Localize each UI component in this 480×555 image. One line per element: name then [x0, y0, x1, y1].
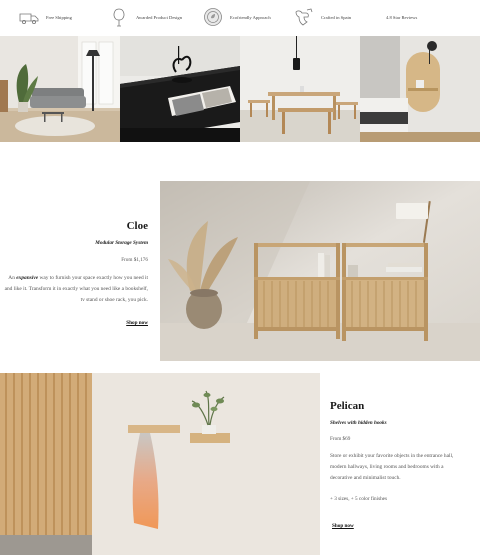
feature-strip: Free Shipping Awarded Product Design Eco… [0, 0, 480, 36]
pelican-product-photo [0, 373, 320, 555]
product-title: Cloe [126, 220, 148, 232]
feature-label: 4.8 Star Reviews [386, 14, 418, 20]
feature-label: Free Shipping [46, 14, 72, 20]
feature-design: Awarded Product Design [108, 6, 182, 28]
feature-label: Ecofriendly Approach [230, 14, 271, 20]
van-icon [19, 13, 39, 24]
feature-free-shipping: Free Shipping [18, 6, 72, 28]
dining-room-photo [240, 36, 360, 142]
shop-now-link[interactable]: Shop now [332, 523, 354, 529]
tree-icon [113, 8, 125, 27]
feature-crafted: Crafted in Spain [293, 6, 351, 28]
product-price: From $1,176 [121, 257, 148, 263]
product-title: Pelican [330, 400, 365, 412]
feature-eco: Ecofriendly Approach [202, 6, 271, 28]
desk-photo [120, 36, 240, 142]
living-room-photo [0, 36, 120, 142]
shop-now-link[interactable]: Shop now [126, 320, 148, 326]
feature-label: Awarded Product Design [136, 14, 183, 20]
desc-emphasis: expansive [16, 275, 39, 281]
product-subtitle: Shelves with hidden hooks [330, 420, 387, 426]
product-subtitle: Modular Storage System [95, 240, 148, 246]
lifestyle-photo-strip [0, 36, 480, 142]
desc-lead: An [8, 275, 15, 281]
product-price: From $69 [330, 436, 351, 442]
cloe-product-photo [160, 181, 480, 361]
feature-reviews: 4.8 Star Reviews [386, 6, 417, 28]
bedroom-photo [360, 36, 480, 142]
eco-badge-icon [204, 8, 222, 26]
hand-crafted-icon [295, 8, 313, 26]
product-description: An expansive way to furnish your space e… [2, 273, 148, 305]
feature-label: Crafted in Spain [321, 14, 352, 20]
product-description: Store or exhibit your favorite objects i… [330, 453, 454, 481]
product-variants: + 3 sizes, + 5 color finishes [330, 496, 387, 502]
